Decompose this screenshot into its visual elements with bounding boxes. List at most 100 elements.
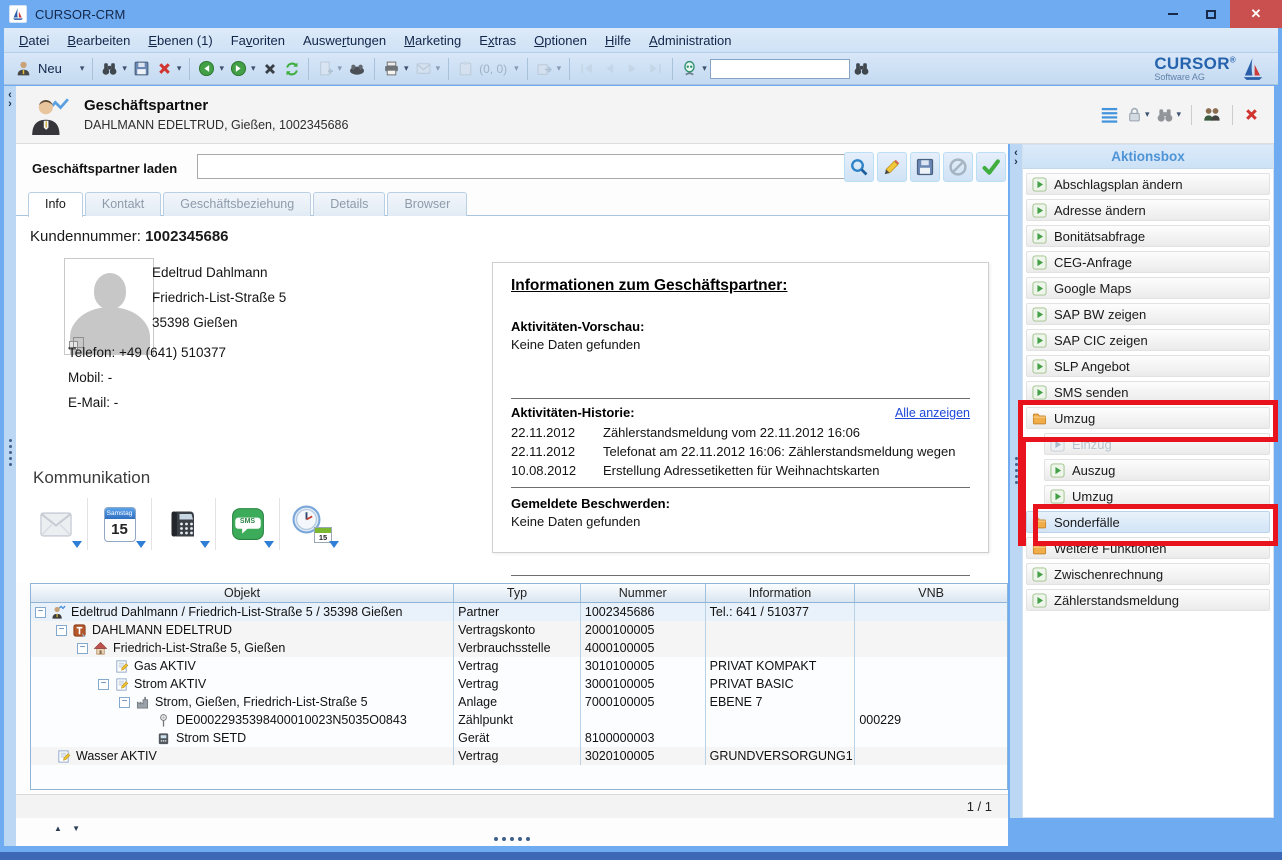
table-row[interactable]: Strom, Gießen, Friedrich-List-Straße 5 A… — [31, 693, 1007, 711]
forward-button[interactable] — [227, 58, 259, 79]
print-button[interactable] — [380, 58, 412, 79]
reminder-button[interactable]: 15 — [280, 498, 344, 550]
left-panel-splitter[interactable]: ‹› — [4, 86, 16, 846]
clipboard-button[interactable]: (0, 0) — [454, 58, 522, 79]
menu-item[interactable]: Administration — [640, 33, 740, 48]
tree-expander-icon[interactable] — [98, 679, 109, 690]
dropdown-triangle-icon[interactable] — [264, 541, 274, 548]
dropdown-triangle-icon[interactable] — [329, 541, 339, 548]
phone-button[interactable] — [152, 498, 216, 550]
aktionsbox-item[interactable]: Abschlagsplan ändern — [1026, 173, 1270, 195]
nav-first-button[interactable] — [575, 58, 598, 79]
menu-item[interactable]: Ebenen (1) — [139, 33, 221, 48]
nav-last-button[interactable] — [644, 58, 667, 79]
table-row[interactable]: Strom SETD Gerät 8100000003 — [31, 729, 1007, 747]
save-record-button[interactable] — [910, 152, 940, 182]
search-button[interactable] — [98, 58, 130, 79]
aktionsbox-item[interactable]: SLP Angebot — [1026, 355, 1270, 377]
collapse-chevrons-icon[interactable]: ‹› — [1010, 149, 1022, 167]
column-header-nummer[interactable]: Nummer — [581, 584, 706, 602]
column-header-typ[interactable]: Typ — [454, 584, 581, 602]
cancel-button[interactable] — [259, 59, 281, 79]
collapse-chevrons-icon[interactable]: ‹› — [4, 91, 16, 109]
tree-expander-icon[interactable] — [77, 643, 88, 654]
quick-search-person-button[interactable] — [678, 58, 710, 79]
maximize-button[interactable] — [1192, 0, 1230, 28]
confirm-button[interactable] — [976, 152, 1006, 182]
menu-item[interactable]: Datei — [10, 33, 58, 48]
console-button[interactable] — [345, 58, 369, 80]
contact-persons-button[interactable] — [1202, 105, 1222, 125]
menu-item[interactable]: Bearbeiten — [58, 33, 139, 48]
nav-prev-button[interactable] — [598, 58, 621, 79]
appointment-button[interactable]: Samstag 15 — [88, 498, 152, 550]
email-button[interactable] — [24, 498, 88, 550]
close-button[interactable] — [1230, 0, 1282, 28]
aktionsbox-item[interactable]: SAP CIC zeigen — [1026, 329, 1270, 351]
column-header-information[interactable]: Information — [706, 584, 856, 602]
nav-next-button[interactable] — [621, 58, 644, 79]
column-header-vnb[interactable]: VNB — [855, 584, 1007, 602]
splitter-grip-icon[interactable] — [16, 828, 1008, 846]
tab[interactable]: Kontakt — [85, 192, 161, 216]
new-button[interactable]: Neu — [12, 58, 87, 79]
minimize-button[interactable] — [1154, 0, 1192, 28]
menu-item[interactable]: Hilfe — [596, 33, 640, 48]
tree-expander-icon[interactable] — [35, 607, 46, 618]
sms-button[interactable]: SMS — [216, 498, 280, 550]
dropdown-triangle-icon[interactable] — [136, 541, 146, 548]
history-row[interactable]: 22.11.2012 Zählerstandsmeldung vom 22.11… — [511, 423, 970, 442]
save-button[interactable] — [130, 58, 153, 79]
partner-load-input[interactable] — [197, 154, 851, 179]
aktionsbox-item[interactable]: SAP BW zeigen — [1026, 303, 1270, 325]
history-row[interactable]: 10.08.2012 Erstellung Adressetiketten fü… — [511, 461, 970, 480]
new-document-button[interactable] — [314, 58, 346, 79]
column-header-objekt[interactable]: Objekt — [31, 584, 454, 602]
table-row[interactable]: Friedrich-List-Straße 5, Gießen Verbrauc… — [31, 639, 1007, 657]
aktionsbox-item[interactable]: Zählerstandsmeldung — [1026, 589, 1270, 611]
tree-expander-icon[interactable] — [119, 697, 130, 708]
list-view-button[interactable] — [1100, 105, 1119, 124]
refresh-button[interactable] — [281, 59, 303, 79]
aktionsbox-item[interactable]: Google Maps — [1026, 277, 1270, 299]
aktionsbox-item[interactable]: Auszug — [1044, 459, 1270, 481]
menu-item[interactable]: Favoriten — [222, 33, 294, 48]
back-button[interactable] — [195, 58, 227, 79]
tab[interactable]: Browser — [387, 192, 467, 216]
discard-button[interactable] — [943, 152, 973, 182]
record-search-button[interactable] — [1156, 106, 1181, 124]
lookup-button[interactable] — [844, 152, 874, 182]
menu-item[interactable]: Extras — [470, 33, 525, 48]
table-row[interactable]: DE00022935398400010023N5035O0843 Zählpun… — [31, 711, 1007, 729]
table-row[interactable]: Gas AKTIV Vertrag 3010100005 PRIVAT KOMP… — [31, 657, 1007, 675]
aktionsbox-item[interactable]: CEG-Anfrage — [1026, 251, 1270, 273]
aktionsbox-item[interactable]: Zwischenrechnung — [1026, 563, 1270, 585]
delete-button[interactable] — [153, 58, 185, 79]
bottom-splitter[interactable] — [16, 818, 1008, 846]
tab[interactable]: Details — [313, 192, 385, 216]
history-row[interactable]: 22.11.2012 Telefonat am 22.11.2012 16:06… — [511, 442, 970, 461]
lock-button[interactable] — [1126, 106, 1150, 123]
dropdown-triangle-icon[interactable] — [72, 541, 82, 548]
aktionsbox-item[interactable]: Adresse ändern — [1026, 199, 1270, 221]
table-row[interactable]: DAHLMANN EDELTRUD Vertragskonto 20001000… — [31, 621, 1007, 639]
tree-expander-icon[interactable] — [56, 625, 67, 636]
mail-button[interactable] — [412, 58, 444, 79]
quick-search-input[interactable] — [710, 59, 850, 79]
export-button[interactable] — [533, 58, 565, 79]
dropdown-triangle-icon[interactable] — [200, 541, 210, 548]
calendar-icon: Samstag 15 — [104, 507, 136, 542]
menu-item[interactable]: Marketing — [395, 33, 470, 48]
table-row[interactable]: Wasser AKTIV Vertrag 3020100005 GRUNDVER… — [31, 747, 1007, 765]
table-row[interactable]: Strom AKTIV Vertrag 3000100005 PRIVAT BA… — [31, 675, 1007, 693]
menu-item[interactable]: Optionen — [525, 33, 596, 48]
close-record-button[interactable] — [1243, 106, 1260, 123]
tab[interactable]: Geschäftsbeziehung — [163, 192, 311, 216]
menu-item[interactable]: Auswertungen — [294, 33, 395, 48]
tab[interactable]: Info — [28, 192, 83, 217]
edit-button[interactable] — [877, 152, 907, 182]
table-row[interactable]: Edeltrud Dahlmann / Friedrich-List-Straß… — [31, 603, 1007, 621]
quick-search-go-button[interactable] — [850, 58, 873, 79]
show-all-link[interactable]: Alle anzeigen — [895, 406, 970, 420]
aktionsbox-item[interactable]: Bonitätsabfrage — [1026, 225, 1270, 247]
